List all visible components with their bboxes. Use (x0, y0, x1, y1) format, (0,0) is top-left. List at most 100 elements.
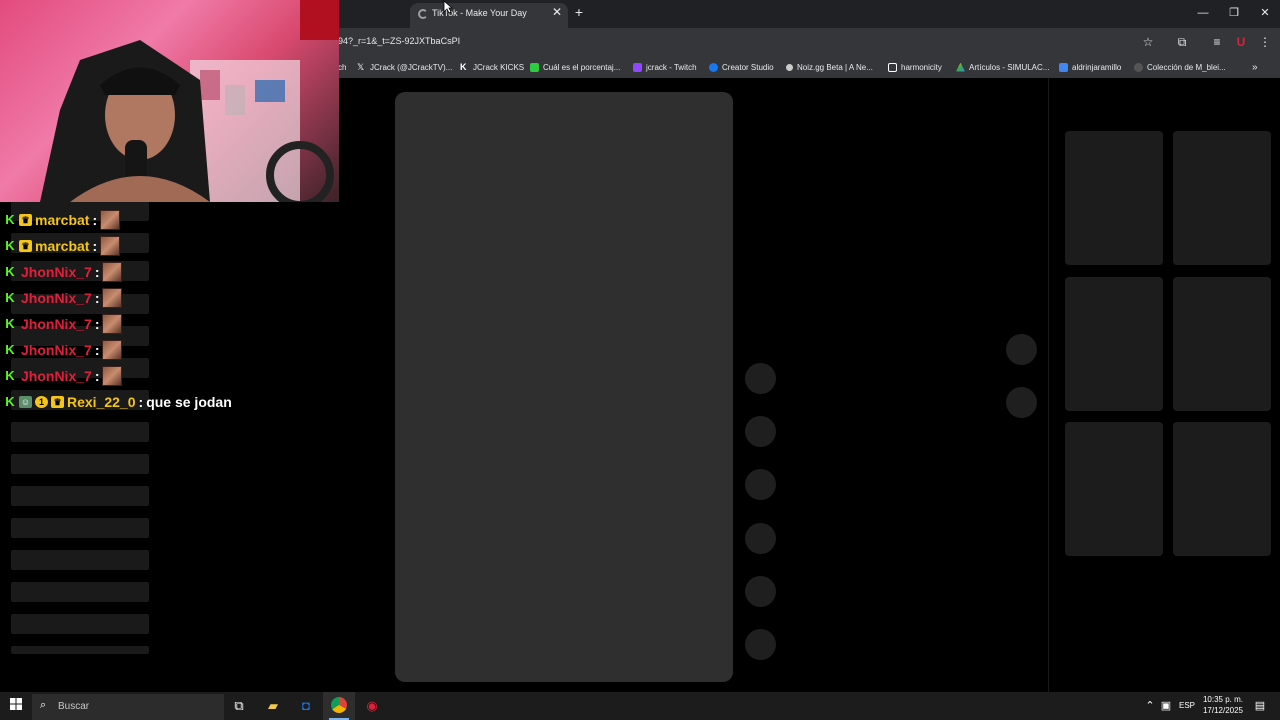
chat-separator: : (94, 290, 100, 306)
windows-start-icon[interactable] (6, 696, 26, 716)
clock-time: 10:35 p. m. (1202, 695, 1244, 704)
chat-placeholder-bar (11, 518, 149, 538)
chat-message: K ♛ marcbat : (4, 209, 121, 231)
thumbnail-placeholder[interactable] (1173, 277, 1271, 411)
chat-username: JhonNix_7 (21, 290, 92, 306)
loading-spinner-icon (418, 9, 428, 19)
chat-message: K JhonNix_7 : (4, 365, 123, 387)
minimize-button[interactable]: — (1188, 3, 1218, 23)
bookmark-label: Creator Studio (722, 62, 774, 72)
action-button-placeholder[interactable] (745, 629, 776, 660)
chat-username: JhonNix_7 (21, 264, 92, 280)
bookmark-item[interactable]: Colección de M_blei... (1134, 60, 1226, 74)
drive-icon (956, 62, 965, 72)
kick-badge-icon: K (5, 394, 15, 409)
bookmarks-overflow-button[interactable]: » (1252, 60, 1258, 74)
thumbnail-placeholder[interactable] (1173, 422, 1271, 556)
address-bar[interactable]: 94?_r=1&_t=ZS-92JXTbaCsPI (338, 36, 460, 46)
kick-badge-icon: K (5, 290, 15, 305)
chat-message: K JhonNix_7 : (4, 261, 123, 283)
network-icon[interactable]: ▣ (1156, 696, 1176, 716)
chat-placeholder-bar (11, 582, 149, 602)
bookmark-item[interactable]: Noiz.gg Beta | A Ne... (786, 60, 873, 74)
bookmark-label: Noiz.gg Beta | A Ne... (797, 62, 873, 72)
close-window-button[interactable]: ✕ (1250, 3, 1280, 23)
extensions-icon[interactable]: ⧉ (1174, 34, 1190, 50)
emote-icon (102, 340, 123, 360)
chat-message-text: que se jodan (146, 394, 232, 410)
bookmark-label: jcrack - Twitch (646, 62, 697, 72)
bookmark-label: Cuál es el porcentaj... (543, 62, 621, 72)
kick-badge-icon: K (5, 342, 15, 357)
bookmark-item[interactable]: Cuál es el porcentaj... (530, 60, 620, 74)
bookmark-label: harmonicity (901, 62, 942, 72)
bookmark-item[interactable]: 𝕏 JCrack (@JCrackTV)... (357, 60, 452, 74)
emote-icon (102, 314, 123, 334)
bookmark-label: JCrack KICKS (473, 62, 525, 72)
action-button-placeholder[interactable] (745, 363, 776, 394)
chat-message: K JhonNix_7 : (4, 339, 123, 361)
bookmark-item[interactable]: harmonicity (888, 60, 942, 74)
tab-close-icon[interactable]: ✕ (550, 5, 564, 19)
globe-icon (1134, 62, 1143, 72)
thumbnail-placeholder[interactable] (1065, 131, 1163, 265)
bookmark-star-icon[interactable]: ☆ (1140, 34, 1156, 50)
menu-kebab-icon[interactable]: ⋮ (1257, 34, 1273, 50)
bookmark-item[interactable]: K JCrack KICKS (460, 60, 524, 74)
file-explorer-icon[interactable]: ▰ (263, 696, 283, 716)
chat-message: K ☺ 1 ♛ Rexi_22_0 : que se jodan (4, 391, 232, 413)
emote-icon (100, 236, 121, 256)
bookmark-item[interactable]: Artículos - SIMULAC... (956, 60, 1049, 74)
emote-icon (102, 262, 123, 282)
noiz-icon (786, 63, 793, 71)
kick-badge-icon: K (5, 264, 15, 279)
action-button-placeholder[interactable] (745, 469, 776, 500)
new-tab-button[interactable]: + (571, 4, 587, 20)
nav-down-button-placeholder[interactable] (1006, 387, 1037, 418)
bookmark-label: Artículos - SIMULAC... (969, 62, 1050, 72)
d-icon (530, 62, 539, 72)
chrome-icon (331, 697, 347, 713)
video-placeholder[interactable] (395, 92, 733, 682)
panel-divider (1048, 78, 1049, 692)
bookmark-label: JCrack (@JCrackTV)... (370, 62, 453, 72)
task-view-icon[interactable]: ⧉ (229, 696, 249, 716)
thumbnail-placeholder[interactable] (1173, 131, 1271, 265)
chat-separator: : (94, 342, 100, 358)
kick-badge-icon: K (5, 316, 15, 331)
chat-separator: : (92, 212, 98, 228)
emote-icon (102, 366, 123, 386)
chat-placeholder-bar (11, 486, 149, 506)
k-icon: K (460, 61, 467, 72)
nav-up-button-placeholder[interactable] (1006, 334, 1037, 365)
action-button-placeholder[interactable] (745, 523, 776, 554)
profile-avatar-icon[interactable]: U (1233, 34, 1249, 50)
chat-message: K ♛ marcbat : (4, 235, 121, 257)
tab-tiktok[interactable]: TikTok - Make Your Day ✕ (410, 3, 568, 28)
thumbnail-placeholder[interactable] (1065, 422, 1163, 556)
media-controls-icon[interactable]: ≡ (1209, 34, 1225, 50)
outlook-icon[interactable]: ◘ (296, 696, 316, 716)
language-indicator[interactable]: ESP (1179, 701, 1195, 710)
chrome-taskbar-button[interactable] (323, 692, 355, 720)
notifications-icon[interactable]: ▤ (1250, 696, 1270, 716)
thumbnail-placeholder[interactable] (1065, 277, 1163, 411)
restore-button[interactable]: ❐ (1219, 3, 1249, 23)
bookmark-item[interactable]: aldrinjaramillo (1059, 60, 1121, 74)
taskbar-search-box[interactable]: ⌕ Buscar (32, 694, 224, 720)
chat-username: JhonNix_7 (21, 368, 92, 384)
chat-username: Rexi_22_0 (67, 394, 136, 410)
bookmark-item[interactable]: jcrack - Twitch (633, 60, 697, 74)
action-button-placeholder[interactable] (745, 416, 776, 447)
app-icon[interactable]: ◉ (362, 696, 382, 716)
emote-icon (100, 210, 121, 230)
action-button-placeholder[interactable] (745, 576, 776, 607)
clock[interactable]: 10:35 p. m. 17/12/2025 (1199, 694, 1247, 716)
one-badge-icon: 1 (35, 396, 48, 408)
bookmark-item[interactable]: Creator Studio (709, 60, 774, 74)
chat-separator: : (94, 264, 100, 280)
kick-badge-icon: K (5, 238, 15, 253)
bookmark-item[interactable]: ch (338, 60, 346, 74)
bot-badge-icon: ☺ (19, 396, 32, 408)
search-icon: ⌕ (40, 699, 47, 711)
